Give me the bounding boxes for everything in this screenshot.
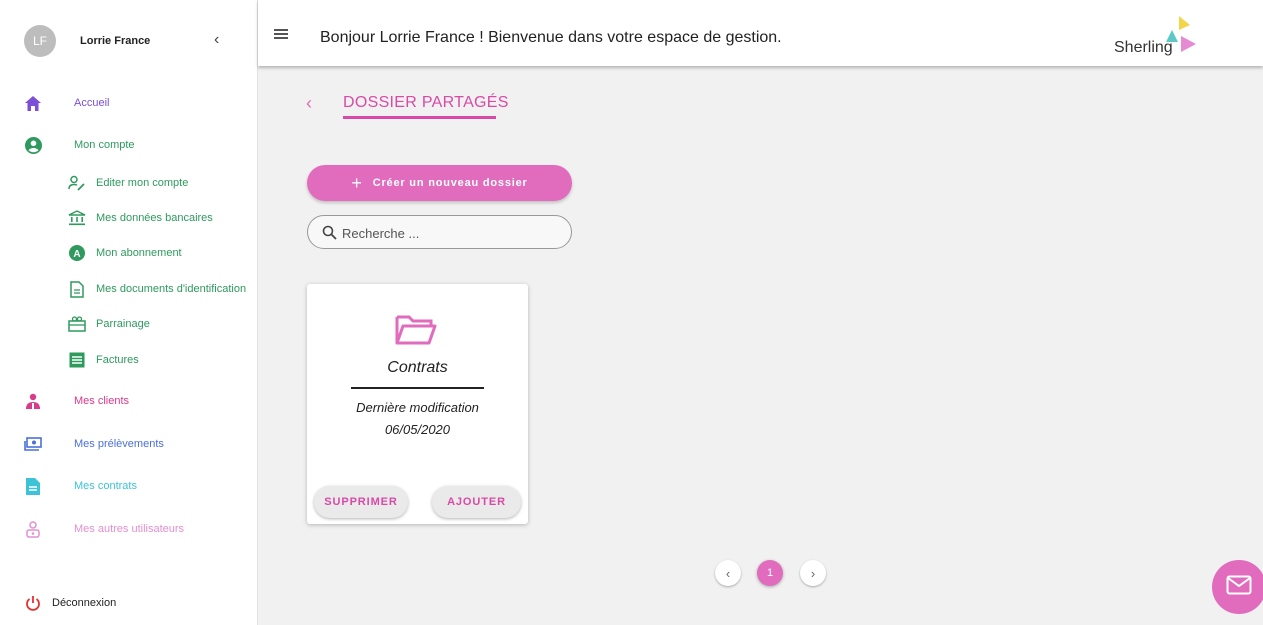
sidebar-item-label: Mes clients <box>74 395 130 407</box>
delete-button[interactable]: SUPPRIMER <box>314 486 408 518</box>
sherling-logo: Sherling <box>1114 12 1204 60</box>
edit-user-icon <box>68 174 86 192</box>
search-icon <box>322 225 337 245</box>
search-placeholder: Recherche ... <box>342 226 420 241</box>
folder-card: Contrats Dernière modification 06/05/202… <box>307 284 528 524</box>
sidebar-item-label: Mes documents d'identification <box>96 283 247 295</box>
account-circle-icon <box>24 136 42 154</box>
sidebar-item-mes-contrats[interactable]: Mes contrats <box>0 469 258 503</box>
profile-name: Lorrie France <box>80 35 151 47</box>
add-button[interactable]: AJOUTER <box>432 486 521 518</box>
sidebar-item-label: Mes contrats <box>74 480 137 492</box>
sidebar-item-label: Mon compte <box>74 139 135 151</box>
profile-header: LF Lorrie France ‹ <box>0 0 258 82</box>
sidebar-item-label: Accueil <box>74 97 110 109</box>
bank-icon <box>68 209 86 227</box>
clients-icon <box>24 392 42 410</box>
power-icon <box>24 594 42 612</box>
modified-date: 06/05/2020 <box>384 422 451 437</box>
sidebar-item-label: Editer mon compte <box>96 177 189 189</box>
sidebar-subitem-donnees-bancaires[interactable]: Mes données bancaires <box>0 203 258 233</box>
create-folder-button[interactable]: + Créer un nouveau dossier <box>307 165 572 201</box>
svg-text:A: A <box>73 249 80 260</box>
sidebar-item-label: Mon abonnement <box>96 247 182 259</box>
sidebar-item-autres-utilisateurs[interactable]: Mes autres utilisateurs <box>0 512 258 546</box>
plus-icon: + <box>351 172 363 193</box>
page-title: DOSSIER PARTAGÉS <box>343 94 509 111</box>
home-icon <box>24 94 42 112</box>
gift-icon <box>68 315 86 333</box>
sidebar-item-label: Mes autres utilisateurs <box>74 523 185 535</box>
logo-text: Sherling <box>1114 39 1173 56</box>
welcome-message: Bonjour Lorrie France ! Bienvenue dans v… <box>320 29 782 46</box>
pagination-page-1[interactable]: 1 <box>757 560 783 586</box>
sidebar-subitem-abonnement[interactable]: A Mon abonnement <box>0 238 258 268</box>
sidebar-subitem-factures[interactable]: Factures <box>0 345 258 375</box>
document-icon <box>24 477 42 495</box>
create-folder-label: Créer un nouveau dossier <box>372 177 528 189</box>
subscription-icon: A <box>68 244 86 262</box>
sidebar-item-label: Mes données bancaires <box>96 212 213 224</box>
top-header: Bonjour Lorrie France ! Bienvenue dans v… <box>258 0 1263 66</box>
divider <box>351 387 484 389</box>
logout-button[interactable]: Déconnexion <box>0 586 258 620</box>
sidebar-subitem-documents[interactable]: Mes documents d'identification <box>0 274 258 304</box>
sidebar-item-mon-compte[interactable]: Mon compte <box>0 128 258 162</box>
invoice-icon <box>68 351 86 369</box>
user-outline-icon <box>24 520 42 538</box>
back-button[interactable]: ‹ <box>306 93 312 114</box>
mail-button[interactable] <box>1212 560 1263 614</box>
pagination-next-button[interactable]: › <box>800 560 826 586</box>
sidebar-subitem-parrainage[interactable]: Parrainage <box>0 309 258 339</box>
folder-open-icon[interactable] <box>395 314 437 351</box>
sidebar-item-label: Parrainage <box>96 318 150 330</box>
search-input[interactable]: Recherche ... <box>307 215 572 249</box>
collapse-sidebar-button[interactable]: ‹ <box>214 31 219 49</box>
mail-icon <box>1226 575 1252 600</box>
title-underline <box>343 116 496 119</box>
sidebar-item-mes-prelevements[interactable]: Mes prélèvements <box>0 427 258 461</box>
file-icon <box>68 280 86 298</box>
pagination-prev-button[interactable]: ‹ <box>715 560 741 586</box>
menu-icon[interactable] <box>274 29 288 39</box>
modified-label: Dernière modification <box>356 400 479 415</box>
sidebar-item-accueil[interactable]: Accueil <box>0 86 258 120</box>
sidebar-item-label: Mes prélèvements <box>74 438 164 450</box>
sidebar-item-label: Factures <box>96 354 139 366</box>
sidebar-item-mes-clients[interactable]: Mes clients <box>0 384 258 418</box>
folder-name: Contrats <box>387 359 448 376</box>
logout-label: Déconnexion <box>52 597 117 609</box>
money-icon <box>24 435 42 453</box>
sidebar: LF Lorrie France ‹ Accueil Mon compte Ed… <box>0 0 258 625</box>
sidebar-subitem-editer-compte[interactable]: Editer mon compte <box>0 168 258 198</box>
avatar[interactable]: LF <box>24 25 56 57</box>
